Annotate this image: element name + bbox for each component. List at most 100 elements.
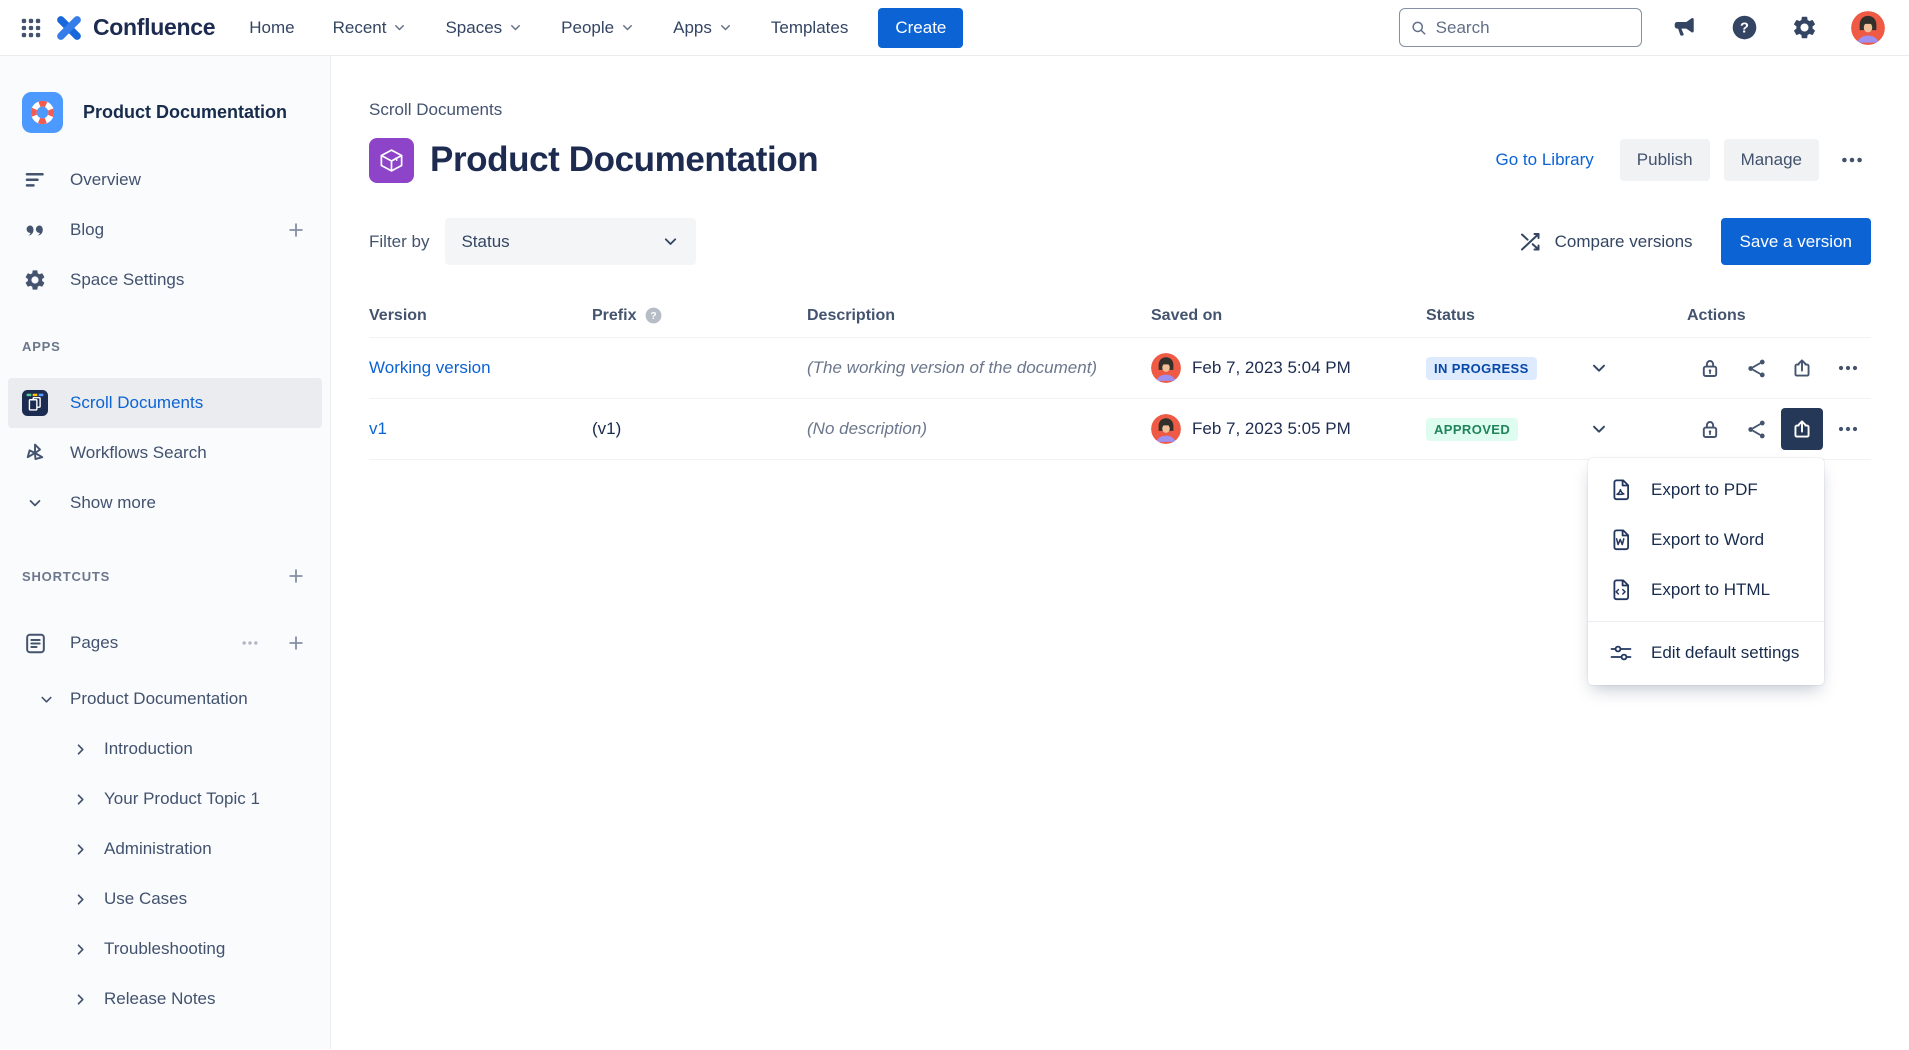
pages-more-button[interactable] [236, 629, 264, 657]
table-header-row: Version Prefix ? Description Saved on St… [369, 294, 1871, 338]
export-dropdown-menu: Export to PDF Export to Word [1588, 458, 1824, 685]
topbar-right-controls: ? [1399, 7, 1889, 49]
announcement-icon [1671, 14, 1698, 41]
actions-cell [1687, 406, 1871, 452]
sidebar-show-more[interactable]: Show more [0, 478, 330, 528]
chevron-down-icon [1589, 358, 1609, 378]
space-lifebuoy-icon [22, 92, 63, 133]
prefix-cell: (v1) [592, 419, 807, 439]
share-icon [1745, 357, 1768, 380]
col-header-prefix: Prefix ? [592, 306, 807, 325]
confluence-logo[interactable]: Confluence [48, 13, 225, 43]
row-more-button[interactable] [1825, 345, 1871, 391]
lock-version-button[interactable] [1687, 406, 1733, 452]
tree-item-use-cases[interactable]: Use Cases [0, 874, 330, 924]
help-button[interactable]: ? [1727, 10, 1762, 45]
app-grid-icon [18, 15, 44, 41]
export-to-pdf-item[interactable]: Export to PDF [1588, 465, 1824, 515]
chevron-right-icon [72, 891, 89, 908]
settings-button[interactable] [1787, 10, 1822, 45]
col-header-saved-on: Saved on [1151, 307, 1426, 325]
export-version-button[interactable] [1779, 345, 1825, 391]
status-badge: IN PROGRESS [1426, 357, 1537, 380]
plus-icon [286, 566, 306, 586]
primary-nav: Home Recent Spaces People Apps Templates [249, 18, 848, 38]
col-header-description: Description [807, 307, 1151, 325]
help-icon: ? [1731, 14, 1758, 41]
status-cell: IN PROGRESS [1426, 357, 1687, 380]
breadcrumb-scroll-documents[interactable]: Scroll Documents [369, 100, 502, 119]
export-version-button-active[interactable] [1781, 408, 1823, 450]
create-button[interactable]: Create [878, 8, 963, 48]
sidebar-item-overview[interactable]: Overview [0, 155, 330, 205]
tree-item-product-documentation[interactable]: Product Documentation [0, 674, 330, 724]
page-title: Product Documentation [430, 140, 818, 180]
plus-icon [286, 633, 306, 653]
app-switcher-button[interactable] [14, 11, 48, 45]
nav-apps[interactable]: Apps [673, 18, 733, 38]
compare-versions-button[interactable]: Compare versions [1518, 230, 1693, 254]
sidebar-item-blog[interactable]: Blog [0, 205, 330, 255]
actions-cell [1687, 345, 1871, 391]
pdf-file-icon [1607, 477, 1634, 503]
search-input[interactable] [1436, 18, 1631, 38]
shortcuts-heading: SHORTCUTS [0, 562, 330, 590]
overview-icon [22, 168, 48, 192]
global-search[interactable] [1399, 8, 1642, 47]
status-dropdown-button[interactable] [1589, 358, 1609, 378]
status-cell: APPROVED [1426, 418, 1687, 441]
sidebar-item-pages[interactable]: Pages [0, 618, 330, 668]
add-page-button[interactable] [282, 629, 310, 657]
save-a-version-button[interactable]: Save a version [1721, 218, 1871, 265]
share-version-button[interactable] [1733, 345, 1779, 391]
sidebar-item-scroll-documents[interactable]: Scroll Documents [8, 378, 322, 428]
chevron-down-icon [1589, 419, 1609, 439]
nav-people[interactable]: People [561, 18, 635, 38]
logo-text: Confluence [93, 14, 215, 41]
export-to-word-item[interactable]: Export to Word [1588, 515, 1824, 565]
svg-text:?: ? [651, 311, 657, 322]
share-version-button[interactable] [1733, 406, 1779, 452]
tree-item-introduction[interactable]: Introduction [0, 724, 330, 774]
nav-home[interactable]: Home [249, 18, 294, 38]
status-filter-select[interactable]: Status [445, 218, 696, 265]
saved-on-cell: Feb 7, 2023 5:05 PM [1151, 414, 1426, 444]
profile-button[interactable] [1847, 7, 1889, 49]
nav-templates[interactable]: Templates [771, 18, 848, 38]
chevron-down-icon [508, 20, 523, 35]
menu-separator [1588, 621, 1824, 622]
col-header-status: Status [1426, 307, 1687, 325]
tree-item-release-notes[interactable]: Release Notes [0, 974, 330, 1024]
version-link[interactable]: v1 [369, 419, 387, 438]
publish-button[interactable]: Publish [1620, 139, 1710, 181]
col-header-actions: Actions [1687, 307, 1871, 325]
prefix-help-icon[interactable]: ? [644, 306, 663, 325]
more-dots-icon [1839, 147, 1865, 173]
lock-version-button[interactable] [1687, 345, 1733, 391]
export-to-html-item[interactable]: Export to HTML [1588, 565, 1824, 615]
chevron-right-icon [72, 991, 89, 1008]
space-header[interactable]: Product Documentation [0, 56, 330, 133]
edit-default-settings-item[interactable]: Edit default settings [1588, 628, 1824, 678]
version-link[interactable]: Working version [369, 358, 491, 377]
document-more-button[interactable] [1833, 141, 1871, 179]
description-cell: (No description) [807, 419, 1151, 439]
tree-item-troubleshooting[interactable]: Troubleshooting [0, 924, 330, 974]
tree-item-your-product-topic-1[interactable]: Your Product Topic 1 [0, 774, 330, 824]
manage-button[interactable]: Manage [1724, 139, 1819, 181]
nav-spaces[interactable]: Spaces [445, 18, 523, 38]
status-dropdown-button[interactable] [1589, 419, 1609, 439]
plus-icon [286, 220, 306, 240]
tree-item-administration[interactable]: Administration [0, 824, 330, 874]
more-dots-icon [240, 633, 260, 653]
sidebar-item-workflows-search[interactable]: Workflows Search [0, 428, 330, 478]
sliders-icon [1607, 640, 1634, 666]
row-more-button[interactable] [1825, 406, 1871, 452]
add-blog-button[interactable] [282, 216, 310, 244]
announcement-button[interactable] [1667, 10, 1702, 45]
chevron-right-icon [72, 791, 89, 808]
nav-recent[interactable]: Recent [333, 18, 408, 38]
go-to-library-link[interactable]: Go to Library [1496, 150, 1594, 170]
sidebar-item-space-settings[interactable]: Space Settings [0, 255, 330, 305]
add-shortcut-button[interactable] [282, 562, 310, 590]
